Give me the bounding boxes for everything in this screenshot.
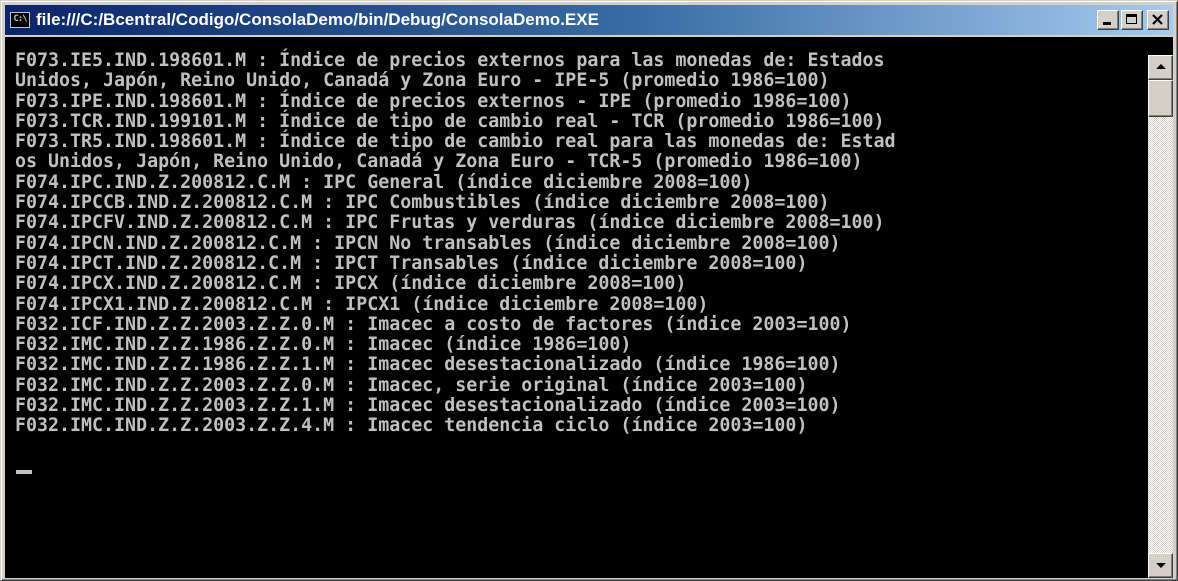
console-text: F073.IE5.IND.198601.M : Índice de precio…: [15, 50, 896, 437]
minimize-icon: [1103, 22, 1111, 25]
console-line: F074.IPCX.IND.Z.200812.C.M : IPCX (índic…: [15, 273, 687, 295]
scrollbar-top-gap: [1148, 37, 1173, 55]
arrow-up-icon: [1156, 64, 1166, 69]
console-line: F074.IPC.IND.Z.200812.C.M : IPC General …: [15, 171, 753, 193]
scroll-up-button[interactable]: [1148, 55, 1173, 80]
console-window: C:\ file:///C:/Bcentral/Codigo/ConsolaDe…: [0, 0, 1178, 581]
close-icon: [1152, 14, 1163, 25]
console-line: F073.TR5.IND.198601.M : Índice de tipo d…: [15, 131, 896, 153]
console-line: F032.IMC.IND.Z.Z.2003.Z.Z.4.M : Imacec t…: [15, 415, 808, 437]
console-line: F032.IMC.IND.Z.Z.1986.Z.Z.1.M : Imacec d…: [15, 354, 841, 376]
console-line: F074.IPCX1.IND.Z.200812.C.M : IPCX1 (índ…: [15, 293, 709, 315]
console-line: F032.ICF.IND.Z.Z.2003.Z.Z.0.M : Imacec a…: [15, 313, 852, 335]
arrow-down-icon: [1156, 563, 1166, 568]
console-line: F074.IPCFV.IND.Z.200812.C.M : IPC Frutas…: [15, 212, 885, 234]
console-line: F074.IPCN.IND.Z.200812.C.M : IPCN No tra…: [15, 232, 841, 254]
console-output[interactable]: F073.IE5.IND.198601.M : Índice de precio…: [5, 37, 1148, 578]
console-line: F074.IPCCB.IND.Z.200812.C.M : IPC Combus…: [15, 192, 830, 214]
console-app-icon[interactable]: C:\: [10, 12, 30, 28]
window-controls: [1095, 10, 1169, 30]
scroll-down-button[interactable]: [1148, 553, 1173, 578]
console-line: Unidos, Japón, Reino Unido, Canadá y Zon…: [15, 70, 830, 92]
minimize-button[interactable]: [1097, 10, 1119, 30]
console-line: F032.IMC.IND.Z.Z.1986.Z.Z.0.M : Imacec (…: [15, 334, 632, 356]
console-line: F074.IPCT.IND.Z.200812.C.M : IPCT Transa…: [15, 252, 808, 274]
maximize-button[interactable]: [1121, 10, 1143, 30]
console-line: F073.TCR.IND.199101.M : Índice de tipo d…: [15, 110, 885, 132]
console-line: F032.IMC.IND.Z.Z.2003.Z.Z.0.M : Imacec, …: [15, 374, 808, 396]
text-cursor: [16, 470, 32, 474]
scrollbar-thumb[interactable]: [1148, 80, 1173, 117]
close-button[interactable]: [1147, 10, 1169, 30]
maximize-icon: [1126, 14, 1137, 24]
console-line: F032.IMC.IND.Z.Z.2003.Z.Z.1.M : Imacec d…: [15, 395, 841, 417]
title-bar[interactable]: C:\ file:///C:/Bcentral/Codigo/ConsolaDe…: [5, 5, 1173, 35]
console-line: F073.IE5.IND.198601.M : Índice de precio…: [15, 50, 885, 71]
console-line: os Unidos, Japón, Reino Unido, Canadá y …: [15, 151, 863, 173]
vertical-scrollbar[interactable]: [1148, 37, 1173, 578]
console-line: F073.IPE.IND.198601.M : Índice de precio…: [15, 90, 852, 112]
window-title: file:///C:/Bcentral/Codigo/ConsolaDemo/b…: [36, 10, 599, 29]
